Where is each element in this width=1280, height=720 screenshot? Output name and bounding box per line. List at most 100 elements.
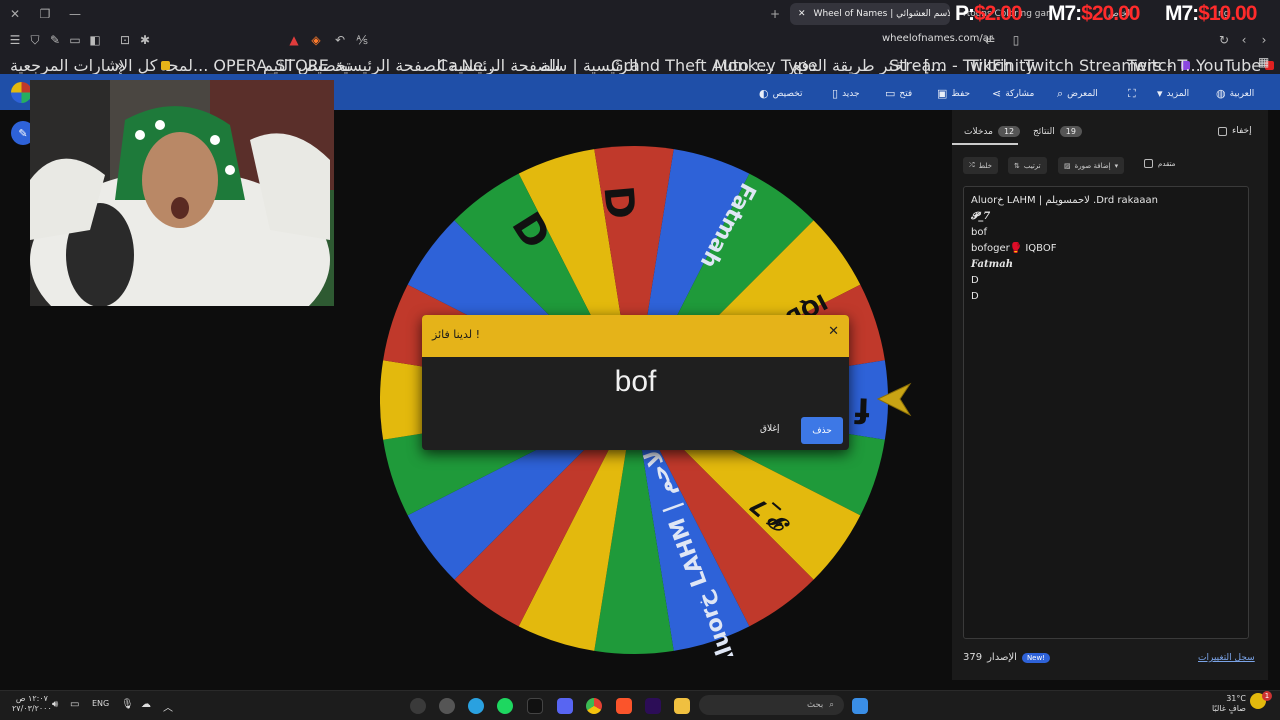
site-settings-icon[interactable]: ⇌ xyxy=(980,30,1000,50)
bookmark-all[interactable]: كل الإشارات المرجعية xyxy=(10,56,171,75)
new-badge: New! xyxy=(1021,652,1051,663)
tabs-icon[interactable]: ▭ xyxy=(65,30,85,50)
wheel-label: f xyxy=(853,389,870,430)
shuffle-icon: ⤮ xyxy=(969,161,975,169)
minimize-window-icon[interactable]: — xyxy=(60,0,90,28)
bookmark-payment[interactable]: اختر طريقة الدفع - [... xyxy=(793,56,945,75)
image-icon: ▨ xyxy=(1064,161,1071,170)
nav-save[interactable]: ▣ حفظ xyxy=(937,87,970,100)
fullscreen-icon: ⛶ xyxy=(1128,87,1136,100)
volume-icon[interactable]: 🔊︎ xyxy=(52,699,58,710)
file-explorer-icon[interactable] xyxy=(674,698,690,714)
nav-fullscreen[interactable]: ⛶ xyxy=(1128,87,1136,101)
bookmark-opera-store[interactable]: لمحة... OPERA_STORE xyxy=(160,56,329,75)
tab-entries[interactable]: مدخلات 12 xyxy=(964,126,1021,137)
close-icon[interactable]: ✕ xyxy=(828,324,839,339)
translate-icon[interactable]: ⅍ xyxy=(352,30,372,50)
changelog-link[interactable]: سجل التغييرات xyxy=(1198,653,1255,663)
tiktok-icon[interactable] xyxy=(527,698,543,714)
mic-icon[interactable]: 🎙︎ xyxy=(121,699,134,710)
entry-line: Aluorخ LAHM | لاحمسويلم .Drd rakaaan xyxy=(971,195,1158,206)
search-icon: ⌕ xyxy=(1057,87,1064,100)
advanced-checkbox[interactable] xyxy=(1144,159,1153,168)
hide-checkbox[interactable] xyxy=(1218,126,1227,136)
spotify-icon[interactable] xyxy=(497,698,513,714)
entry-line: 𝓟_7 xyxy=(971,211,991,222)
bookmarks-grid-icon[interactable]: ▦ xyxy=(1258,55,1269,69)
address-bar-row: ☰ ⛉ ✎ ▭ ◧ ⊡ ✱ xyxy=(0,28,1280,52)
telegram-icon[interactable] xyxy=(468,698,484,714)
tray-expand-icon[interactable]: ︿ xyxy=(163,699,173,714)
wheel-of-names-logo[interactable] xyxy=(11,82,32,103)
entries-textarea[interactable]: Aluorخ LAHM | لاحمسويلم .Drd rakaaan 𝓟_7… xyxy=(963,186,1249,639)
vpn-icon[interactable]: ▲ xyxy=(284,30,304,50)
menu-icon[interactable]: ☰ xyxy=(5,30,25,50)
bookmark-home-2[interactable]: الصفحة الرئيسية - Ne... xyxy=(335,56,498,75)
bookmark-twitch-streamers[interactable]: Twitch Streamers - T... xyxy=(1024,56,1201,75)
close-window-icon[interactable]: ✕ xyxy=(0,0,30,28)
entry-line: D xyxy=(971,275,979,286)
winner-dialog-title: لدينا فائز ! xyxy=(432,328,481,341)
new-tab-icon[interactable]: + xyxy=(760,0,790,28)
obs-icon[interactable] xyxy=(410,698,426,714)
entry-line: bof xyxy=(971,227,987,238)
search-icon: ⌕ xyxy=(829,700,834,710)
brave-icon[interactable] xyxy=(616,698,632,714)
network-icon[interactable]: ▭ xyxy=(70,699,79,710)
wheel-pointer-icon xyxy=(876,382,912,417)
tab-wheel-of-names[interactable]: ✕ Wheel of Names | الاسم العشوائي xyxy=(790,3,950,25)
sort-button[interactable]: ⇅ ترتيب xyxy=(1008,157,1047,174)
brave-shield-icon[interactable]: ◈ xyxy=(306,30,326,50)
globe-icon: ◍ xyxy=(1216,87,1226,100)
shuffle-button[interactable]: ⤮ خلط xyxy=(963,157,998,174)
add-image-button[interactable]: ▨ إضافة صورة ▾ xyxy=(1058,157,1125,174)
extensions-icon[interactable]: ✱ xyxy=(135,30,155,50)
pin-icon[interactable]: ✎ xyxy=(45,30,65,50)
webcam-overlay xyxy=(30,80,334,306)
caret-down-icon: ▾ xyxy=(1114,161,1119,170)
nav-share[interactable]: ⋖ مشاركة xyxy=(992,87,1034,100)
sort-icon: ⇅ xyxy=(1014,161,1020,170)
nav-gallery[interactable]: ⌕ المعرض xyxy=(1057,87,1098,101)
clock[interactable]: ١٢:٠٧ ص ٢٧/٠٣/٢٠٠٠ xyxy=(12,694,52,714)
save-icon: ▣ xyxy=(937,87,948,100)
shield-icon[interactable]: ⛉ xyxy=(25,30,45,50)
nav-more[interactable]: ▾ المزيد xyxy=(1157,87,1189,100)
entry-line: Fatmah xyxy=(971,259,1013,270)
reload-icon[interactable]: ↻ xyxy=(1214,30,1234,50)
restore-window-icon[interactable]: ❐ xyxy=(30,0,60,28)
active-tab-underline xyxy=(952,143,1018,145)
remove-button[interactable]: حذف xyxy=(801,417,843,444)
wheel-label: D xyxy=(594,184,643,221)
winner-dialog-header: لدينا فائز ! ✕ xyxy=(422,315,849,357)
tab-results[interactable]: النتائج 19 xyxy=(1033,126,1082,137)
nav-language[interactable]: ◍ العربية xyxy=(1216,87,1254,100)
premiere-icon[interactable] xyxy=(645,698,661,714)
sidebar-icon[interactable]: ◧ xyxy=(85,30,105,50)
language-indicator[interactable]: ENG xyxy=(92,699,109,708)
back-icon[interactable]: ‹ xyxy=(1234,30,1254,50)
screenshot-icon[interactable]: ⊡ xyxy=(115,30,135,50)
entry-line: bofoger🥊 IQBOF xyxy=(971,243,1057,254)
nav-new[interactable]: ▯ جديد xyxy=(832,87,860,100)
winner-dialog: لدينا فائز ! ✕ bof إغلاق حذف xyxy=(422,315,849,450)
url-field[interactable]: wheelofnames.com/ar xyxy=(882,33,993,44)
bookmark-icon[interactable]: ▯ xyxy=(1006,30,1026,50)
discord-icon[interactable] xyxy=(557,698,573,714)
share-page-icon[interactable]: ↶ xyxy=(330,30,350,50)
chrome-icon[interactable] xyxy=(586,698,602,714)
nav-customize[interactable]: ◐ تخصيص xyxy=(759,87,802,100)
nav-open[interactable]: ▭ فتح xyxy=(885,87,912,100)
start-icon[interactable] xyxy=(852,698,868,714)
cloud-icon[interactable]: ☁ xyxy=(141,699,151,710)
weather-widget[interactable]: 31°C صافٍ غالبًا xyxy=(1212,694,1246,714)
media-player-icon[interactable] xyxy=(439,698,455,714)
close-tab-icon[interactable]: ✕ xyxy=(798,9,806,19)
close-button[interactable]: إغلاق xyxy=(760,424,780,434)
taskbar-search[interactable]: بحث ⌕ xyxy=(699,695,844,715)
advanced-toggle[interactable]: متقدم xyxy=(1144,159,1175,168)
forward-icon[interactable]: › xyxy=(1254,30,1274,50)
caret-down-icon: ▾ xyxy=(1157,87,1163,100)
hide-panel-toggle[interactable]: إخفاء xyxy=(1218,126,1252,136)
file-icon: ▯ xyxy=(832,87,839,100)
